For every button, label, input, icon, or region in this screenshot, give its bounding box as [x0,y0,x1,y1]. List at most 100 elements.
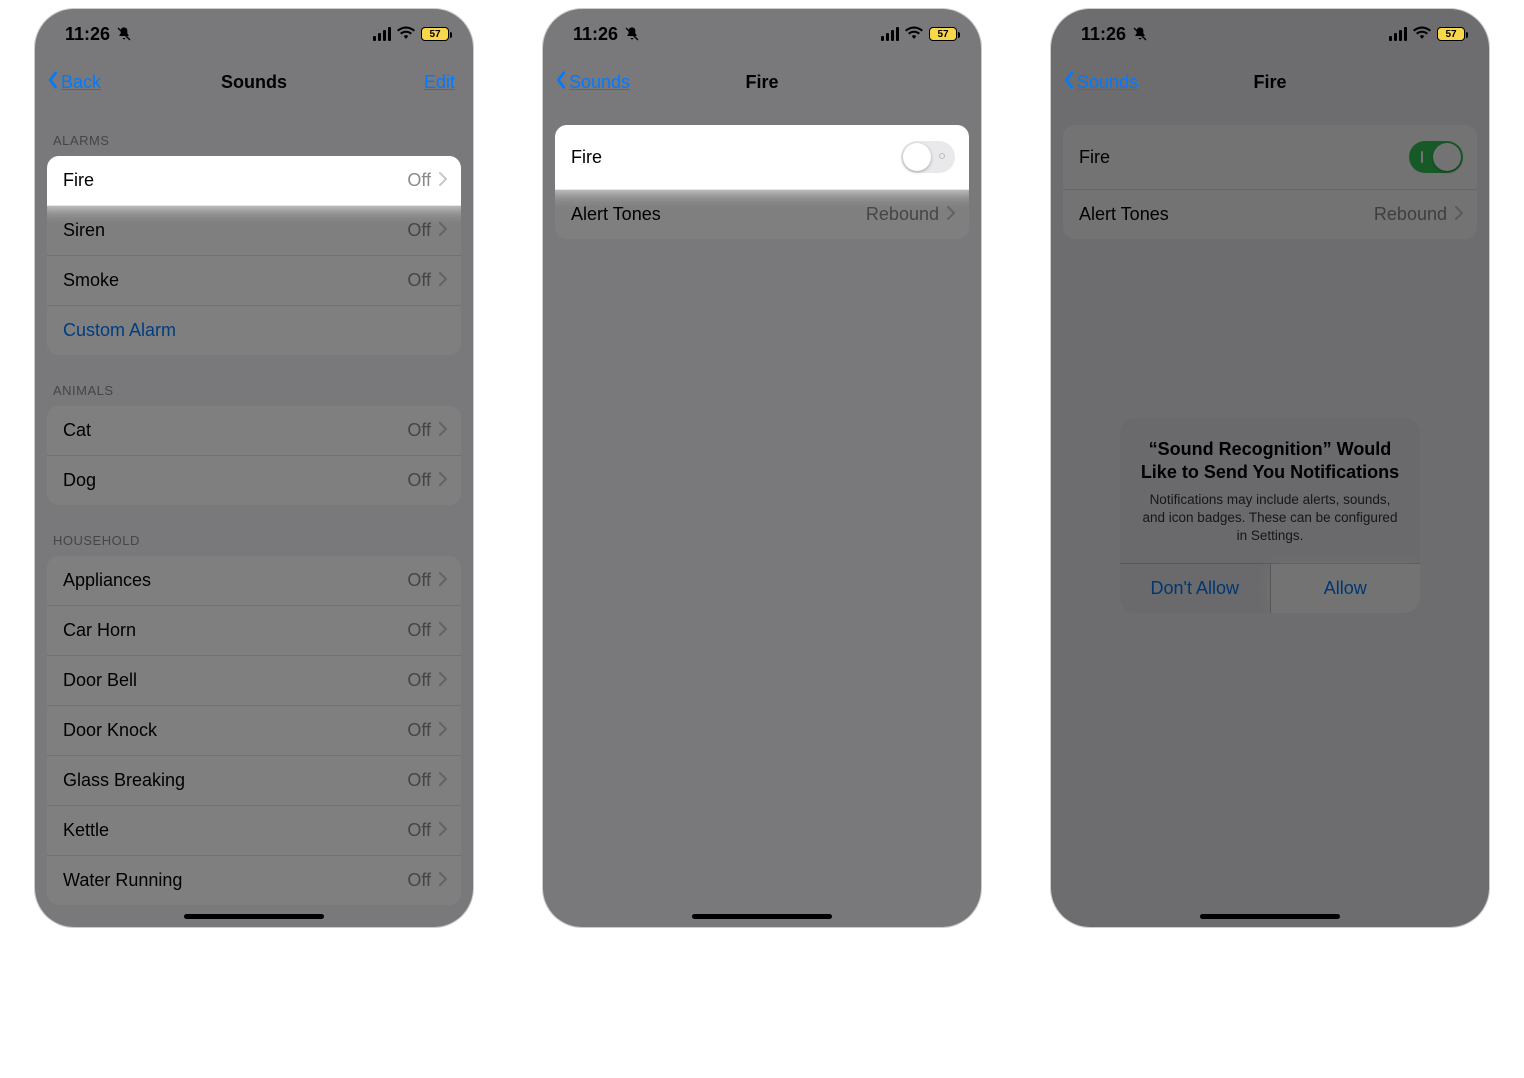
household-group: Appliances Off Car Horn Off Door Bell Off D… [47,556,461,905]
nav-bar: Sounds Fire [1051,59,1489,105]
row-value: Off [407,420,431,441]
wifi-icon [905,24,923,45]
status-time: 11:26 [65,24,110,45]
back-button[interactable]: Sounds [555,71,630,94]
alarms-group: Fire Off Siren Off Smoke Off Custom Alar… [47,156,461,355]
chevron-right-icon [439,270,447,291]
fire-toggle-off[interactable] [901,141,955,173]
home-indicator[interactable] [692,914,832,919]
battery-percent: 57 [429,29,440,40]
row-fire-toggle[interactable]: Fire [555,125,969,190]
row-appliances[interactable]: Appliances Off [47,556,461,606]
battery-percent: 57 [1445,29,1456,40]
page-title: Fire [1253,72,1286,93]
edit-button[interactable]: Edit [424,72,455,93]
row-custom-alarm[interactable]: Custom Alarm [47,306,461,355]
row-car-horn[interactable]: Car Horn Off [47,606,461,656]
section-header-alarms: Alarms [35,105,473,156]
chevron-right-icon [439,470,447,491]
wifi-icon [397,24,415,45]
cellular-signal-icon [373,27,391,41]
row-value: Off [407,570,431,591]
page-title: Sounds [221,72,287,93]
status-bar: 11:26 57 [1051,9,1489,59]
chevron-right-icon [439,220,447,241]
row-label: Water Running [63,870,182,891]
home-indicator[interactable] [1200,914,1340,919]
row-cat[interactable]: Cat Off [47,406,461,456]
row-label: Dog [63,470,96,491]
row-label: Door Bell [63,670,137,691]
cellular-signal-icon [881,27,899,41]
screen-sounds-list: 11:26 57 Back Sounds Edit Alarms Fire Of… [34,8,474,928]
row-fire[interactable]: Fire Off [47,156,461,206]
screen-fire-detail-off: 11:26 57 Sounds Fire Fire Alert Tones Re… [542,8,982,928]
row-label: Kettle [63,820,109,841]
back-label: Back [61,72,101,93]
fire-group: Fire Alert Tones Rebound [555,125,969,239]
dim-overlay [1051,9,1489,927]
status-time: 11:26 [573,24,618,45]
row-alert-tones[interactable]: Alert Tones Rebound [555,190,969,239]
status-time: 11:26 [1081,24,1126,45]
page-title: Fire [745,72,778,93]
battery-indicator: 57 [421,27,449,41]
row-smoke[interactable]: Smoke Off [47,256,461,306]
section-header-animals: Animals [35,355,473,406]
row-dog[interactable]: Dog Off [47,456,461,505]
row-door-bell[interactable]: Door Bell Off [47,656,461,706]
battery-indicator: 57 [929,27,957,41]
chevron-left-icon [47,71,59,94]
row-value: Off [407,470,431,491]
section-header-household: Household [35,505,473,556]
row-water-running[interactable]: Water Running Off [47,856,461,905]
row-label: Alert Tones [571,204,661,225]
battery-indicator: 57 [1437,27,1465,41]
silent-mode-icon [624,26,640,42]
chevron-left-icon [1063,71,1075,94]
row-door-knock[interactable]: Door Knock Off [47,706,461,756]
row-label: Car Horn [63,620,136,641]
row-kettle[interactable]: Kettle Off [47,806,461,856]
row-value: Off [407,170,431,191]
row-label: Glass Breaking [63,770,185,791]
silent-mode-icon [116,26,132,42]
row-value: Off [407,620,431,641]
back-label: Sounds [1077,72,1138,93]
chevron-right-icon [439,720,447,741]
chevron-right-icon [439,620,447,641]
screen-fire-detail-alert: 11:26 57 Sounds Fire Fire Alert Tones Re… [1050,8,1490,928]
status-bar: 11:26 57 [543,9,981,59]
nav-bar: Back Sounds Edit [35,59,473,105]
row-label: Siren [63,220,105,241]
row-siren[interactable]: Siren Off [47,206,461,256]
chevron-right-icon [439,570,447,591]
chevron-right-icon [439,820,447,841]
row-label: Fire [63,170,94,191]
cellular-signal-icon [1389,27,1407,41]
animals-group: Cat Off Dog Off [47,406,461,505]
row-value: Rebound [866,204,939,225]
chevron-right-icon [439,170,447,191]
row-value: Off [407,670,431,691]
chevron-right-icon [439,770,447,791]
silent-mode-icon [1132,26,1148,42]
row-value: Off [407,270,431,291]
row-value: Off [407,820,431,841]
back-button[interactable]: Back [47,71,101,94]
battery-percent: 57 [937,29,948,40]
home-indicator[interactable] [184,914,324,919]
row-label: Fire [571,147,602,168]
row-label: Door Knock [63,720,157,741]
back-button[interactable]: Sounds [1063,71,1138,94]
back-label: Sounds [569,72,630,93]
row-label: Smoke [63,270,119,291]
wifi-icon [1413,24,1431,45]
row-label: Appliances [63,570,151,591]
row-glass-breaking[interactable]: Glass BreakingOff [47,756,461,806]
chevron-right-icon [947,204,955,225]
row-value: Off [407,720,431,741]
row-label: Cat [63,420,91,441]
chevron-left-icon [555,71,567,94]
row-value: Off [407,870,431,891]
